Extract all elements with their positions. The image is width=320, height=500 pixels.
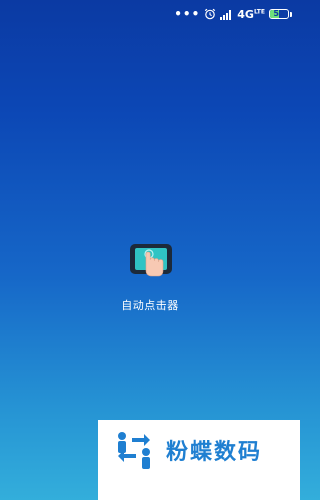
touch-phone-icon[interactable] bbox=[128, 242, 174, 278]
battery-level: 52 bbox=[273, 9, 285, 18]
notification-dots: ••• bbox=[174, 7, 201, 21]
battery-tip bbox=[290, 11, 292, 17]
network-sub: LTE bbox=[253, 7, 265, 15]
app-name-label: 自动点击器 bbox=[121, 299, 179, 312]
swap-arrows-logo bbox=[112, 428, 156, 472]
network-type: 4G bbox=[237, 7, 254, 21]
signal-icon bbox=[220, 9, 233, 20]
watermark: 粉蝶数码 bbox=[98, 420, 300, 500]
status-bar: ••• 4GLTE 52 bbox=[0, 0, 300, 28]
network-type-label: 4GLTE bbox=[237, 8, 265, 21]
battery-icon: 52 bbox=[269, 9, 289, 19]
status-indicators: ••• 4GLTE 52 bbox=[174, 6, 292, 22]
alarm-icon bbox=[204, 8, 216, 20]
watermark-text: 粉蝶数码 bbox=[166, 440, 263, 465]
